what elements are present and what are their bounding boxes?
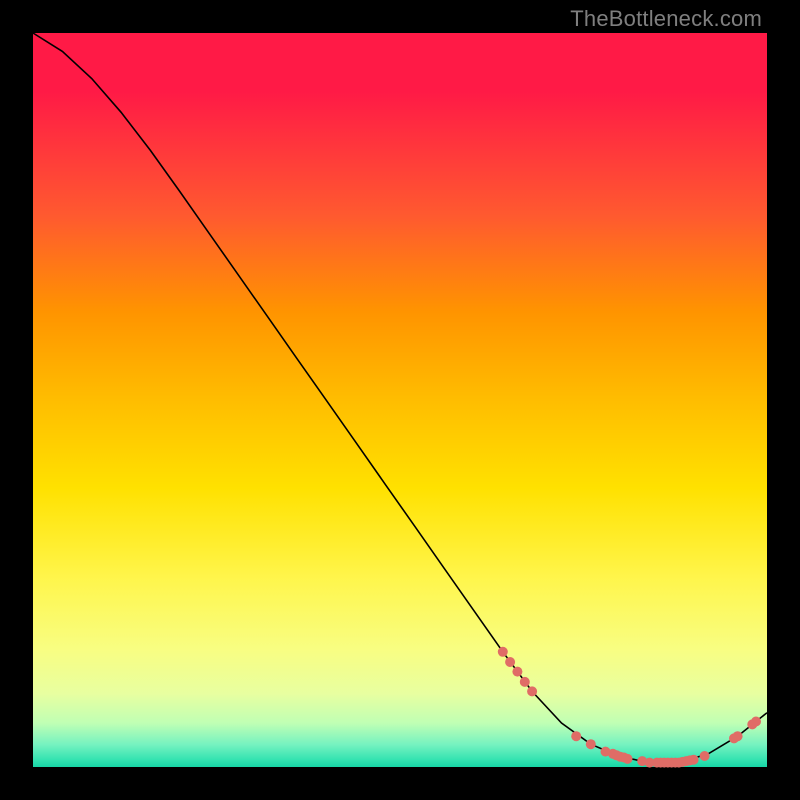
chart-point xyxy=(571,731,581,741)
chart-point xyxy=(527,686,537,696)
chart-plot xyxy=(33,33,767,767)
chart-point xyxy=(751,717,761,727)
chart-point xyxy=(520,677,530,687)
chart-point xyxy=(512,667,522,677)
chart-point xyxy=(689,755,699,765)
chart-point xyxy=(586,739,596,749)
chart-point xyxy=(498,647,508,657)
watermark-text: TheBottleneck.com xyxy=(570,6,762,32)
chart-point xyxy=(700,751,710,761)
chart-line xyxy=(33,33,767,763)
chart-point xyxy=(623,754,633,764)
chart-frame: TheBottleneck.com xyxy=(0,0,800,800)
chart-point-markers xyxy=(498,647,761,768)
chart-point xyxy=(505,657,515,667)
chart-point xyxy=(733,731,743,741)
